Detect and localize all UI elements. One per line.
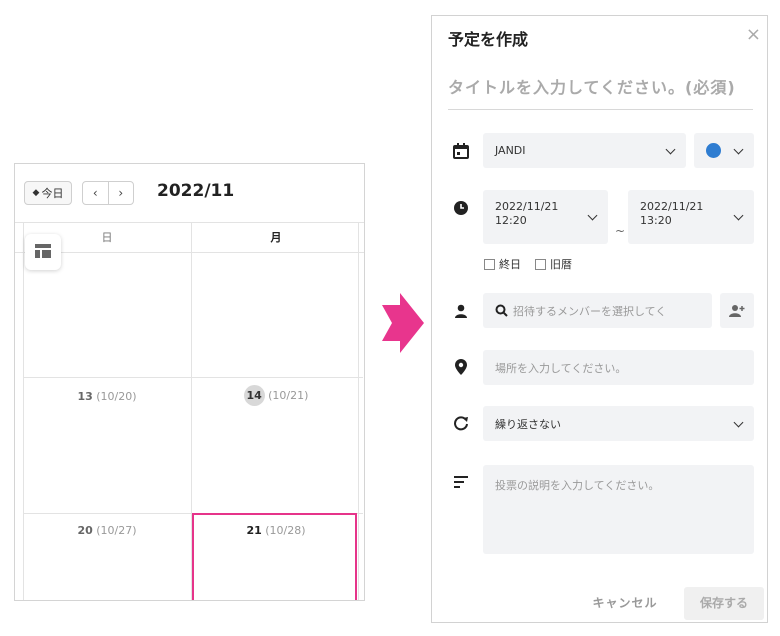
weekday-mon: 月 xyxy=(270,231,282,244)
calendar-icon xyxy=(450,140,472,162)
description-placeholder: 投票の説明を入力してください。 xyxy=(495,479,660,492)
repeat-value: 繰り返さない xyxy=(495,417,561,431)
person-icon xyxy=(450,300,472,322)
today-icon: ◆ xyxy=(32,188,40,198)
member-search-input[interactable]: 招待するメンバーを選択してく xyxy=(483,293,712,328)
title-input[interactable]: タイトルを入力してください。(必須) xyxy=(448,74,753,110)
start-time: 12:20 xyxy=(495,214,527,227)
location-placeholder: 場所を入力してください。 xyxy=(495,361,627,375)
modal-title: 予定を作成 xyxy=(448,30,529,49)
close-icon[interactable]: × xyxy=(746,24,761,45)
selected-day-highlight xyxy=(192,513,357,600)
clock-icon xyxy=(450,197,472,219)
calendar-toolbar: ◆ 今日 ‹ › 2022/11 xyxy=(15,164,364,222)
grid-line xyxy=(23,222,24,600)
weekday-header: 日 月 xyxy=(15,222,364,253)
view-toggle-button[interactable] xyxy=(25,234,61,270)
all-day-label: 終日 xyxy=(499,258,521,271)
create-event-modal: 予定を作成 × タイトルを入力してください。(必須) JANDI 2022/11… xyxy=(431,15,768,623)
calendar-panel: ◆ 今日 ‹ › 2022/11 日 月 13 (10/20) 14 (10/2… xyxy=(14,163,365,601)
cancel-button[interactable]: キャンセル xyxy=(580,588,670,618)
repeat-icon xyxy=(450,412,472,434)
start-date: 2022/11/21 xyxy=(495,200,559,213)
member-search: 招待するメンバーを選択してく xyxy=(495,293,666,328)
range-separator: ~ xyxy=(615,224,626,238)
month-nav: ‹ › xyxy=(82,181,134,205)
end-datetime[interactable]: 2022/11/21 13:20 xyxy=(628,190,754,244)
checkbox-box xyxy=(535,258,546,270)
day-cell-13[interactable]: 13 (10/20) xyxy=(23,390,191,403)
lunar-checkbox[interactable]: 旧暦 xyxy=(535,256,572,272)
end-datetime-value: 2022/11/21 13:20 xyxy=(640,200,703,228)
start-datetime[interactable]: 2022/11/21 12:20 xyxy=(483,190,608,244)
calendar-select-value: JANDI xyxy=(495,144,526,157)
end-time: 13:20 xyxy=(640,214,672,227)
day-cell-20[interactable]: 20 (10/27) xyxy=(23,524,191,537)
lunar-date: (10/21) xyxy=(268,389,309,402)
month-title: 2022/11 xyxy=(157,181,235,201)
grid-line xyxy=(23,377,363,378)
today-button[interactable]: ◆ 今日 xyxy=(24,181,72,205)
add-person-icon xyxy=(729,304,745,317)
next-month-button[interactable]: › xyxy=(107,182,134,204)
lunar-date: (10/27) xyxy=(96,524,137,537)
calendar-grid: 日 月 13 (10/20) 14 (10/21) 20 (10/27) 21 … xyxy=(15,222,364,600)
chevron-down-icon xyxy=(733,144,744,154)
chevron-down-icon xyxy=(665,144,676,154)
start-datetime-value: 2022/11/21 12:20 xyxy=(495,200,558,228)
location-pin-icon xyxy=(450,356,472,378)
description-icon xyxy=(450,471,472,493)
arrow-icon xyxy=(382,293,424,353)
lunar-date: (10/20) xyxy=(96,390,137,403)
title-placeholder: タイトルを入力してください。(必須) xyxy=(448,78,736,97)
color-select[interactable] xyxy=(694,133,754,168)
prev-month-button[interactable]: ‹ xyxy=(83,182,108,204)
today-badge: 14 xyxy=(243,385,265,406)
lunar-label: 旧暦 xyxy=(550,258,572,271)
chevron-down-icon xyxy=(733,210,744,221)
member-placeholder: 招待するメンバーを選択してく xyxy=(513,304,667,318)
grid-line xyxy=(358,222,359,600)
checkbox-box xyxy=(484,258,495,270)
location-input[interactable]: 場所を入力してください。 xyxy=(483,350,754,385)
add-member-button[interactable] xyxy=(720,293,754,328)
chevron-down-icon xyxy=(733,417,744,427)
color-dot xyxy=(706,143,721,158)
end-date: 2022/11/21 xyxy=(640,200,704,213)
day-number: 13 xyxy=(77,390,93,403)
layout-icon xyxy=(35,243,51,262)
description-textarea[interactable]: 投票の説明を入力してください。 xyxy=(483,465,754,554)
calendar-select[interactable]: JANDI xyxy=(483,133,686,168)
search-icon xyxy=(495,304,508,317)
save-button[interactable]: 保存する xyxy=(684,587,764,620)
day-number: 20 xyxy=(77,524,93,537)
chevron-down-icon xyxy=(587,210,598,221)
day-cell-14[interactable]: 14 (10/21) xyxy=(192,385,360,406)
all-day-checkbox[interactable]: 終日 xyxy=(484,256,521,272)
repeat-select[interactable]: 繰り返さない xyxy=(483,406,754,441)
today-label: 今日 xyxy=(41,187,64,200)
